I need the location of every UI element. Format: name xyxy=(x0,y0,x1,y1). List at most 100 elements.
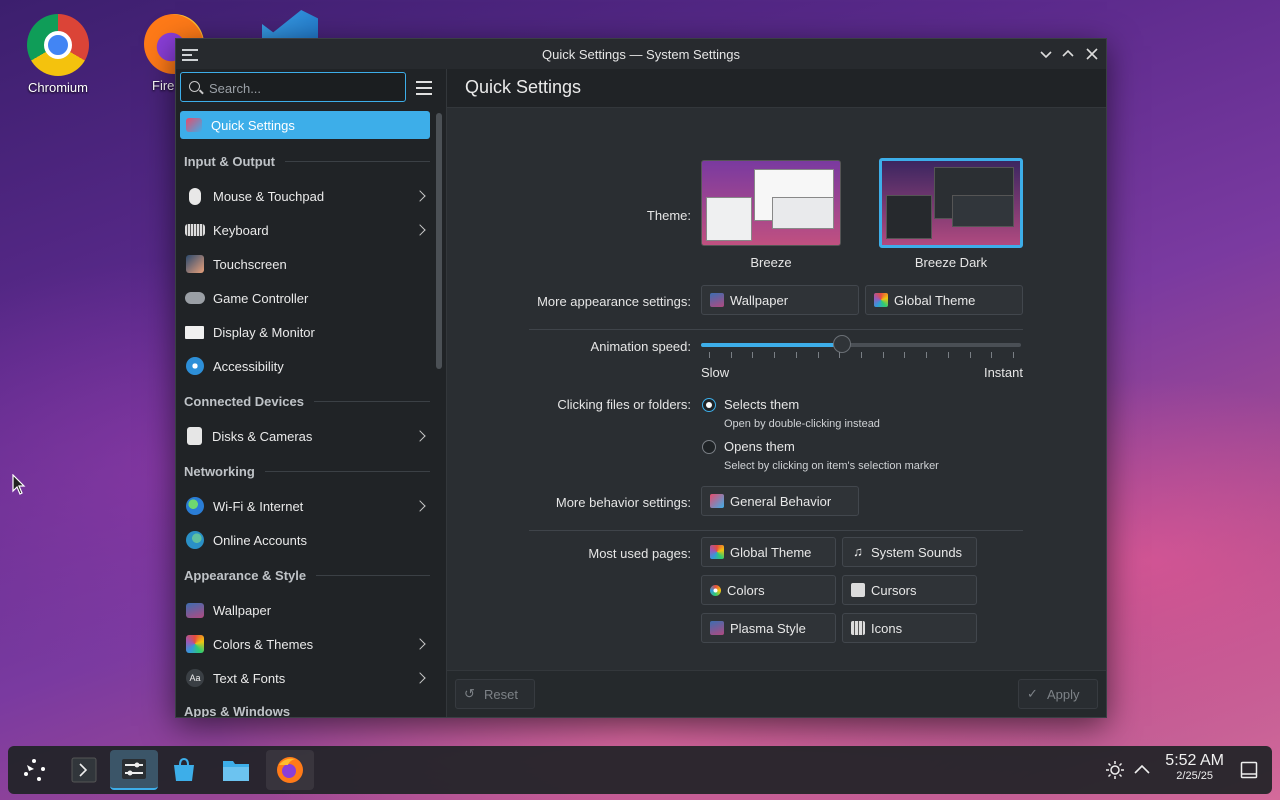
sidebar-item-accessibility[interactable]: Accessibility xyxy=(180,349,430,383)
show-desktop-icon[interactable] xyxy=(1240,761,1258,779)
button-label: Global Theme xyxy=(730,544,812,560)
taskbar-firefox[interactable] xyxy=(266,750,314,790)
most-used-cursors[interactable]: Cursors xyxy=(842,575,977,605)
cursor-icon xyxy=(851,583,865,597)
system-tray-expand-icon[interactable] xyxy=(1134,763,1150,775)
reset-button[interactable]: ↺ Reset xyxy=(455,679,535,709)
window-titlebar[interactable]: Quick Settings — System Settings xyxy=(176,39,1106,69)
radio-opens-them[interactable] xyxy=(702,440,716,454)
keyboard-icon xyxy=(185,224,205,236)
section-header-label: Connected Devices xyxy=(184,393,304,409)
radio-selects-them-hint: Open by double-clicking instead xyxy=(724,418,880,430)
sidebar-item-touchscreen[interactable]: Touchscreen xyxy=(180,247,430,281)
gamepad-icon xyxy=(185,292,205,304)
animation-speed-label: Animation speed: xyxy=(590,339,691,354)
minimize-icon[interactable] xyxy=(1036,44,1056,64)
slider-handle[interactable] xyxy=(832,335,851,353)
wallpaper-icon xyxy=(710,293,724,307)
sidebar-item-keyboard[interactable]: Keyboard xyxy=(180,213,430,247)
animation-speed-slider[interactable] xyxy=(701,335,1021,353)
sidebar-item-quick-settings[interactable]: Quick Settings xyxy=(180,111,430,139)
touchscreen-icon xyxy=(186,255,204,273)
most-used-label: Most used pages: xyxy=(588,546,691,561)
most-used-global-theme[interactable]: Global Theme xyxy=(701,537,836,567)
slider-tick xyxy=(882,352,884,358)
section-header-apps-windows: Apps & Windows xyxy=(184,695,430,717)
global-theme-icon xyxy=(874,293,888,307)
checkmark-icon: ✓ xyxy=(1027,686,1038,701)
desktop-icon-label: Chromium xyxy=(28,80,88,95)
taskbar-konsole[interactable] xyxy=(60,750,108,790)
more-behavior-label: More behavior settings: xyxy=(555,495,691,510)
section-header-label: Appearance & Style xyxy=(184,567,307,583)
slider-tick xyxy=(839,352,841,358)
slider-tick xyxy=(991,352,993,358)
chevron-right-icon xyxy=(414,224,426,236)
system-settings-icon xyxy=(122,759,146,779)
sidebar-scrollbar[interactable] xyxy=(436,113,442,369)
brightness-icon[interactable] xyxy=(1106,761,1124,779)
section-header-input-output: Input & Output xyxy=(184,143,430,179)
most-used-colors[interactable]: Colors xyxy=(701,575,836,605)
chevron-right-icon xyxy=(414,430,426,442)
sidebar-item-wifi[interactable]: Wi-Fi & Internet xyxy=(180,489,430,523)
sidebar-item-game-controller[interactable]: Game Controller xyxy=(180,281,430,315)
most-used-plasma-style[interactable]: Plasma Style xyxy=(701,613,836,643)
theme-thumbnail-breeze-dark[interactable] xyxy=(879,158,1023,248)
radio-selects-them[interactable] xyxy=(702,398,716,412)
taskbar-discover[interactable] xyxy=(160,750,208,790)
sidebar-item-text-fonts[interactable]: Aa Text & Fonts xyxy=(180,661,430,695)
radio-selects-them-label[interactable]: Selects them xyxy=(724,397,799,412)
search-field[interactable] xyxy=(180,72,406,102)
button-label: Wallpaper xyxy=(730,292,789,308)
slider-fill xyxy=(701,343,842,347)
section-header-label: Networking xyxy=(184,463,255,479)
store-bag-icon xyxy=(174,757,194,781)
music-note-icon: ♫ xyxy=(853,544,863,559)
section-header-appearance: Appearance & Style xyxy=(184,557,430,593)
most-used-icons[interactable]: Icons xyxy=(842,613,977,643)
digital-clock[interactable]: 5:52 AM 2/25/25 xyxy=(1165,752,1224,782)
sidebar-item-colors-themes[interactable]: Colors & Themes xyxy=(180,627,430,661)
quick-settings-icon xyxy=(186,118,202,132)
button-label: Apply xyxy=(1047,686,1080,702)
sidebar-item-label: Online Accounts xyxy=(213,532,307,548)
main-panel: Quick Settings Theme: Breeze Breeze Dark… xyxy=(447,69,1106,717)
mouse-icon xyxy=(189,187,201,205)
chevron-right-icon xyxy=(414,500,426,512)
taskbar-system-settings[interactable] xyxy=(110,750,158,790)
wallpaper-button[interactable]: Wallpaper xyxy=(701,285,859,315)
sidebar-item-wallpaper[interactable]: Wallpaper xyxy=(180,593,430,627)
theme-name-breeze-dark: Breeze Dark xyxy=(914,255,988,270)
taskbar-dolphin[interactable] xyxy=(212,750,260,790)
hamburger-menu-icon[interactable] xyxy=(416,81,432,99)
button-label: Reset xyxy=(484,686,518,702)
desktop-icon-chromium[interactable]: Chromium xyxy=(12,8,104,95)
apply-button[interactable]: ✓ Apply xyxy=(1018,679,1098,709)
radio-opens-them-label[interactable]: Opens them xyxy=(724,439,795,454)
search-input[interactable] xyxy=(207,77,401,99)
application-launcher[interactable] xyxy=(10,750,58,790)
sidebar-item-disks[interactable]: Disks & Cameras xyxy=(180,419,430,453)
sidebar-item-display[interactable]: Display & Monitor xyxy=(180,315,430,349)
global-theme-button[interactable]: Global Theme xyxy=(865,285,1023,315)
sidebar-item-label: Touchscreen xyxy=(213,256,287,272)
maximize-icon[interactable] xyxy=(1058,44,1078,64)
button-label: General Behavior xyxy=(730,493,832,509)
plasma-style-icon xyxy=(710,621,724,635)
slider-max-label: Instant xyxy=(983,365,1023,380)
theme-label: Theme: xyxy=(646,208,691,223)
theme-thumbnail-breeze[interactable] xyxy=(701,160,841,246)
theme-name-breeze: Breeze xyxy=(750,255,792,270)
sidebar-item-mouse[interactable]: Mouse & Touchpad xyxy=(180,179,430,213)
slider-tick xyxy=(926,352,928,358)
close-icon[interactable] xyxy=(1082,44,1102,64)
general-behavior-button[interactable]: General Behavior xyxy=(701,486,859,516)
divider xyxy=(529,530,1023,531)
slider-tick xyxy=(904,352,906,358)
slider-tick xyxy=(795,352,797,358)
button-label: Cursors xyxy=(871,582,917,598)
sidebar-item-online-accounts[interactable]: Online Accounts xyxy=(180,523,430,557)
clock-time: 5:52 AM xyxy=(1165,752,1224,769)
most-used-system-sounds[interactable]: ♫ System Sounds xyxy=(842,537,977,567)
